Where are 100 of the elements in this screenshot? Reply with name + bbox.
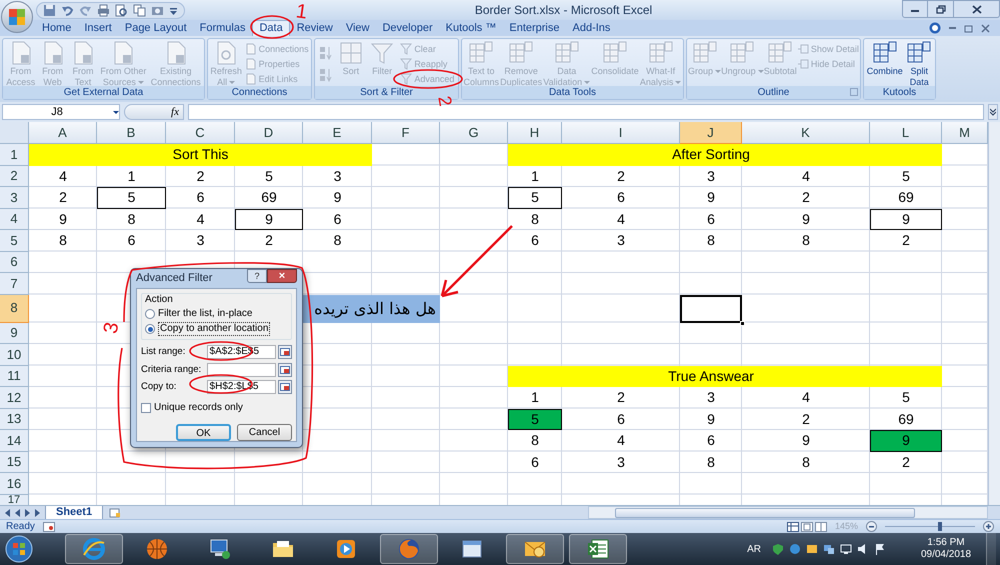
restore-button[interactable]: [928, 0, 954, 18]
cell-value[interactable]: 3: [707, 387, 715, 408]
cell-value[interactable]: 6: [617, 187, 625, 208]
cell-value[interactable]: 1: [531, 387, 539, 408]
cell-value[interactable]: 4: [59, 166, 67, 187]
sheet-cell[interactable]: [508, 144, 562, 166]
row-header[interactable]: 2: [0, 166, 29, 187]
cell-value[interactable]: After Sorting: [672, 144, 750, 166]
fill-handle[interactable]: [740, 320, 745, 326]
office-button[interactable]: [1, 1, 33, 33]
vertical-scrollbar[interactable]: [988, 122, 1000, 505]
cell-value[interactable]: 9: [334, 187, 342, 208]
row-header[interactable]: 8: [0, 294, 29, 322]
column-header[interactable]: I: [562, 122, 680, 144]
ribbon-tab[interactable]: Enterprise: [503, 20, 566, 36]
horizontal-scrollbar[interactable]: [588, 506, 988, 519]
column-header[interactable]: D: [235, 122, 303, 144]
sheet-cell[interactable]: [235, 208, 303, 230]
column-header[interactable]: A: [29, 122, 97, 144]
cell-value[interactable]: 6: [196, 187, 204, 208]
row-header[interactable]: 4: [0, 208, 29, 230]
cell-value[interactable]: 4: [802, 387, 810, 408]
row-header[interactable]: 13: [0, 408, 29, 430]
cell-value[interactable]: 8: [59, 230, 67, 252]
close-button[interactable]: ×: [267, 269, 297, 283]
row-header[interactable]: 7: [0, 273, 29, 294]
radio-button[interactable]: [145, 309, 155, 320]
cell-value[interactable]: 8: [707, 452, 715, 473]
show-desktop-button[interactable]: [986, 533, 996, 565]
cell-value[interactable]: 5: [902, 387, 910, 408]
cell-value[interactable]: 3: [334, 166, 342, 187]
ribbon-tab[interactable]: Formulas: [194, 20, 252, 36]
cell-value[interactable]: 1: [128, 166, 136, 187]
cell-value[interactable]: 8: [531, 430, 539, 452]
cell-value[interactable]: 69: [898, 187, 914, 208]
row-header[interactable]: 16: [0, 473, 29, 494]
row-header[interactable]: 9: [0, 322, 29, 344]
column-header[interactable]: H: [508, 122, 562, 144]
cell-value[interactable]: 8: [128, 208, 136, 230]
cell-value[interactable]: 5: [902, 166, 910, 187]
formula-input[interactable]: [188, 104, 984, 120]
cell-value[interactable]: 5: [531, 187, 539, 208]
sheet-cell[interactable]: [97, 187, 166, 208]
cell-value[interactable]: 6: [707, 208, 715, 230]
cell-value[interactable]: 9: [902, 208, 910, 230]
ribbon-tab[interactable]: Insert: [78, 20, 118, 36]
cell-value[interactable]: 6: [128, 230, 136, 252]
row-header[interactable]: 14: [0, 430, 29, 452]
ribbon-tab[interactable]: Add-Ins: [566, 20, 616, 36]
cell-value[interactable]: 8: [802, 230, 810, 252]
selected-cell[interactable]: [680, 294, 742, 322]
cell-value[interactable]: 8: [531, 208, 539, 230]
row-header[interactable]: 10: [0, 344, 29, 366]
name-box[interactable]: J8: [2, 104, 120, 120]
cell-value[interactable]: 6: [707, 430, 715, 452]
row-header[interactable]: 3: [0, 187, 29, 208]
cell-value[interactable]: 2: [802, 408, 810, 430]
option-label[interactable]: Filter the list, in-place: [158, 308, 252, 320]
row-header[interactable]: 5: [0, 230, 29, 252]
sheet-cell[interactable]: [870, 144, 942, 166]
column-header[interactable]: E: [303, 122, 372, 144]
ribbon-tab[interactable]: Page Layout: [118, 20, 193, 36]
cell-value[interactable]: 9: [265, 208, 273, 230]
row-header[interactable]: 6: [0, 252, 29, 273]
column-header[interactable]: C: [166, 122, 235, 144]
row-header[interactable]: 1: [0, 144, 29, 166]
cell-value[interactable]: 3: [707, 166, 715, 187]
cell-value[interactable]: 3: [617, 230, 625, 252]
sheet-cell[interactable]: [508, 408, 562, 430]
range-picker-button[interactable]: [278, 380, 292, 394]
zoom-slider[interactable]: [885, 521, 975, 532]
sheet-cell[interactable]: [303, 144, 372, 166]
ribbon-button[interactable]: Split Data: [906, 40, 932, 87]
column-header[interactable]: M: [942, 122, 988, 144]
option-label[interactable]: Copy to another location: [158, 322, 270, 336]
cell-value[interactable]: 5: [128, 187, 136, 208]
cell-value[interactable]: 6: [334, 208, 342, 230]
ribbon-tab[interactable]: Review: [290, 20, 339, 36]
cell-value[interactable]: 8: [707, 230, 715, 252]
language-indicator[interactable]: AR: [747, 542, 761, 556]
cell-value[interactable]: 2: [902, 452, 910, 473]
cell-value[interactable]: 2: [617, 387, 625, 408]
input-field[interactable]: [206, 362, 276, 377]
range-picker-button[interactable]: [278, 362, 292, 377]
cell-value[interactable]: 6: [531, 230, 539, 252]
column-header[interactable]: F: [372, 122, 440, 144]
dialog-button[interactable]: OK: [176, 424, 231, 441]
row-header[interactable]: 11: [0, 366, 29, 387]
checkbox[interactable]: [141, 402, 151, 412]
cell-value[interactable]: 9: [902, 430, 910, 452]
cell-value[interactable]: 3: [196, 230, 204, 252]
dialog-button[interactable]: Cancel: [237, 424, 292, 441]
ribbon-tab[interactable]: View: [340, 20, 376, 36]
cell-value[interactable]: 8: [334, 230, 342, 252]
cell-value[interactable]: 4: [802, 166, 810, 187]
expand-button[interactable]: [988, 104, 998, 120]
cell-value[interactable]: 2: [617, 166, 625, 187]
cell-value[interactable]: 3: [617, 452, 625, 473]
sheet-cell[interactable]: [29, 144, 97, 166]
sheet-cell[interactable]: [870, 430, 942, 452]
